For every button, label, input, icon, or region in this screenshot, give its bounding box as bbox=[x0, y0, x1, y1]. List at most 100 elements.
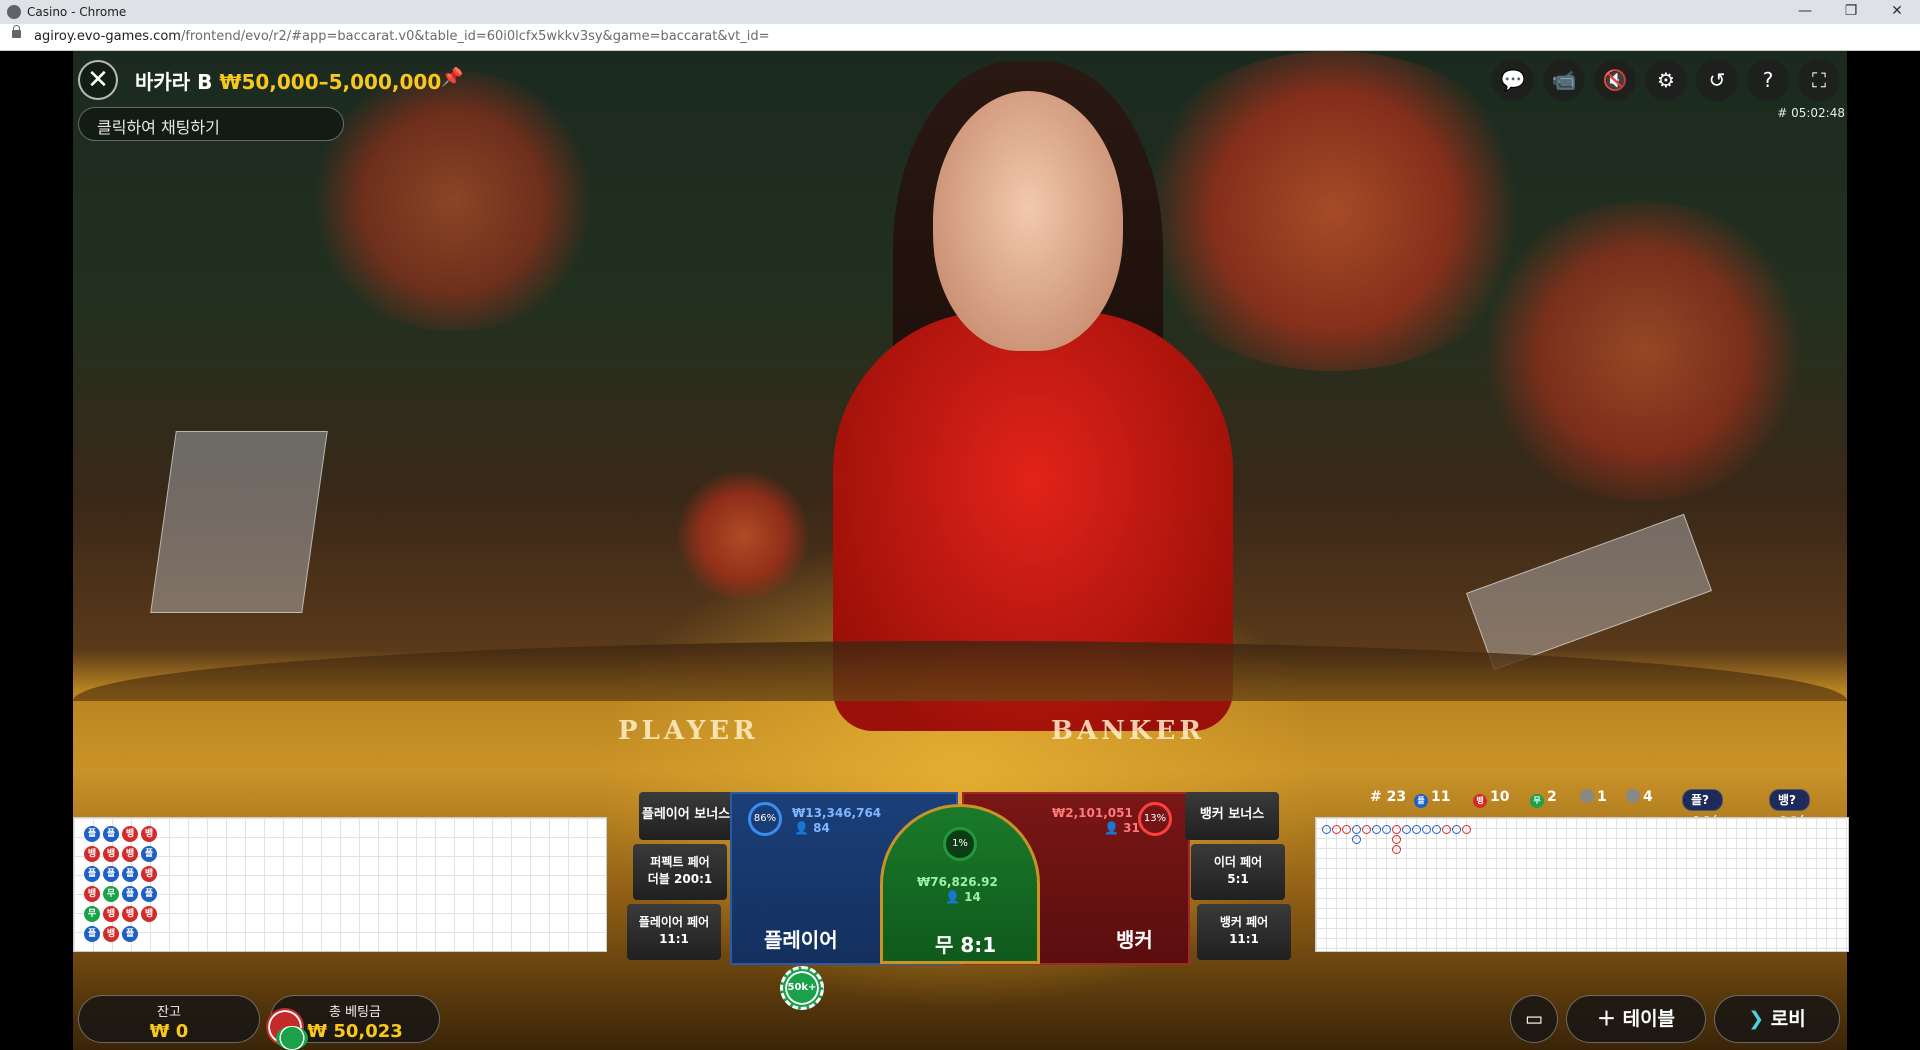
big-road-item bbox=[1412, 825, 1421, 834]
tie-count: 👤 14 bbox=[945, 890, 981, 904]
chat-input[interactable]: 클릭하여 채팅하기 bbox=[78, 107, 344, 141]
player-pair-count: 1 bbox=[1580, 789, 1607, 805]
tie-bet[interactable]: 1% ₩76,826.92 👤 14 무 8:1 bbox=[880, 804, 1040, 964]
bead-road-item: 플 bbox=[84, 826, 100, 842]
game-stage: PLAYER BANKER ✕ 바카라 B ₩50,000–5,000,000 … bbox=[0, 51, 1920, 1050]
lobby-icon: ❯ bbox=[1748, 1008, 1765, 1030]
address-bar[interactable]: agiroy.evo-games.com/frontend/evo/r2/#ap… bbox=[0, 24, 1920, 51]
player-label: 플레이어 bbox=[764, 928, 838, 952]
balance-display: 잔고 ₩ 0 bbox=[78, 995, 260, 1043]
bead-road-item: 뱅 bbox=[103, 906, 119, 922]
big-road-item bbox=[1402, 825, 1411, 834]
tie-dot-icon: 무 bbox=[1530, 794, 1544, 808]
tie-amount: ₩76,826.92 bbox=[917, 875, 998, 889]
banker-ask-button[interactable]: 뱅? ○●⁄ bbox=[1769, 789, 1810, 827]
big-road-item bbox=[1392, 825, 1401, 834]
player-count: 👤 84 bbox=[794, 821, 830, 835]
round-id: # 05:02:48 bbox=[1777, 106, 1845, 120]
fullscreen-icon[interactable]: ⛶ bbox=[1798, 59, 1840, 101]
player-ask-button[interactable]: 플? ○●⁄ bbox=[1682, 789, 1723, 827]
felt-player-label: PLAYER bbox=[618, 716, 759, 746]
bead-road-item: 뱅 bbox=[84, 846, 100, 862]
game-title: 바카라 B ₩50,000–5,000,000 bbox=[135, 70, 442, 94]
bead-road-item: 뱅 bbox=[122, 846, 138, 862]
close-game-button[interactable]: ✕ bbox=[78, 60, 118, 100]
balance-value: ₩ 0 bbox=[149, 1021, 189, 1042]
bead-road-item: 뱅 bbox=[141, 866, 157, 882]
lock-icon bbox=[12, 25, 21, 38]
chat-icon[interactable]: 💬 bbox=[1492, 59, 1534, 101]
bead-road-item: 플 bbox=[84, 866, 100, 882]
big-road-item bbox=[1382, 825, 1391, 834]
banker-amount: ₩2,101,051 bbox=[1052, 806, 1133, 820]
big-road-item bbox=[1352, 835, 1361, 844]
bead-road-item: 플 bbox=[122, 866, 138, 882]
big-road-item bbox=[1342, 825, 1351, 834]
bead-road-item: 뱅 bbox=[103, 846, 119, 862]
bead-road-item: 플 bbox=[103, 866, 119, 882]
bead-road-item: 플 bbox=[84, 926, 100, 942]
tie-label: 무 8:1 bbox=[935, 933, 997, 957]
video-icon[interactable]: 📹 bbox=[1543, 59, 1585, 101]
player-pair-bet[interactable]: 플레이어 페어 11:1 bbox=[627, 904, 721, 960]
banker-pair-icon bbox=[1626, 789, 1640, 803]
big-road-item bbox=[1352, 825, 1361, 834]
big-road-item bbox=[1462, 825, 1471, 834]
big-road-item bbox=[1452, 825, 1461, 834]
add-table-button[interactable]: ＋ 테이블 bbox=[1566, 995, 1706, 1043]
bead-road-item: 뱅 bbox=[141, 826, 157, 842]
player-pair-icon bbox=[1580, 789, 1594, 803]
player-bonus-bet[interactable]: 플레이어 보너스 bbox=[639, 792, 733, 840]
window-titlebar: Casino - Chrome — ❐ ✕ bbox=[0, 0, 1920, 24]
maximize-button[interactable]: ❐ bbox=[1828, 0, 1874, 24]
big-road-item bbox=[1322, 825, 1331, 834]
big-road[interactable] bbox=[1315, 817, 1849, 952]
history-icon[interactable]: ↺ bbox=[1696, 59, 1738, 101]
bead-road-item: 뱅 bbox=[103, 926, 119, 942]
bead-road[interactable]: 플뱅플뱅무플플뱅플무뱅뱅뱅뱅플플뱅플뱅플뱅플뱅 bbox=[73, 817, 607, 952]
banker-dot-icon: 뱅 bbox=[1473, 794, 1487, 808]
chat-bubble-icon: ▭ bbox=[1525, 1008, 1543, 1030]
banker-bonus-bet[interactable]: 뱅커 보너스 bbox=[1185, 792, 1279, 840]
pin-icon[interactable]: 📌 bbox=[441, 67, 463, 88]
favicon-icon bbox=[7, 5, 21, 19]
felt-banker-label: BANKER bbox=[1051, 716, 1205, 746]
bead-road-item: 뱅 bbox=[141, 906, 157, 922]
url-text[interactable]: agiroy.evo-games.com/frontend/evo/r2/#ap… bbox=[34, 29, 770, 44]
bet-limits: ₩50,000–5,000,000 bbox=[219, 70, 442, 94]
big-road-item bbox=[1362, 825, 1371, 834]
minimize-button[interactable]: — bbox=[1782, 0, 1828, 24]
banker-count: 👤 31 bbox=[1104, 821, 1140, 835]
bead-road-item: 플 bbox=[103, 826, 119, 842]
big-road-item bbox=[1422, 825, 1431, 834]
chip-50k[interactable]: 50k+ bbox=[780, 966, 824, 1010]
perfect-pair-bet[interactable]: 퍼펙트 페어 더블 200:1 bbox=[633, 844, 727, 900]
dealer-face bbox=[933, 91, 1123, 351]
close-icon: ✕ bbox=[87, 65, 109, 95]
big-road-item bbox=[1372, 825, 1381, 834]
banker-percent: 13% bbox=[1138, 802, 1172, 836]
banker-pair-count: 4 bbox=[1626, 789, 1653, 805]
banker-label: 뱅커 bbox=[1116, 928, 1153, 952]
bead-road-item: 무 bbox=[84, 906, 100, 922]
lobby-button[interactable]: ❯ 로비 bbox=[1714, 995, 1840, 1043]
rounds-count: # 23 bbox=[1370, 789, 1407, 805]
big-road-item bbox=[1392, 845, 1401, 854]
player-amount: ₩13,346,764 bbox=[792, 806, 882, 820]
bead-road-item: 플 bbox=[141, 846, 157, 862]
banker-pair-bet[interactable]: 뱅커 페어 11:1 bbox=[1197, 904, 1291, 960]
big-road-item bbox=[1442, 825, 1451, 834]
close-window-button[interactable]: ✕ bbox=[1874, 0, 1920, 24]
balance-label: 잔고 bbox=[157, 1005, 181, 1020]
mute-icon[interactable]: 🔇 bbox=[1594, 59, 1636, 101]
bead-road-item: 뱅 bbox=[122, 906, 138, 922]
help-icon[interactable]: ? bbox=[1747, 59, 1789, 101]
either-pair-bet[interactable]: 이더 페어 5:1 bbox=[1191, 844, 1285, 900]
chip-stack-icon-2 bbox=[276, 1026, 308, 1050]
bead-road-item: 무 bbox=[103, 886, 119, 902]
settings-icon[interactable]: ⚙ bbox=[1645, 59, 1687, 101]
window-title: Casino - Chrome bbox=[27, 5, 127, 19]
bead-road-item: 뱅 bbox=[122, 826, 138, 842]
big-road-item bbox=[1392, 835, 1401, 844]
chat-bubble-button[interactable]: ▭ bbox=[1510, 995, 1558, 1043]
